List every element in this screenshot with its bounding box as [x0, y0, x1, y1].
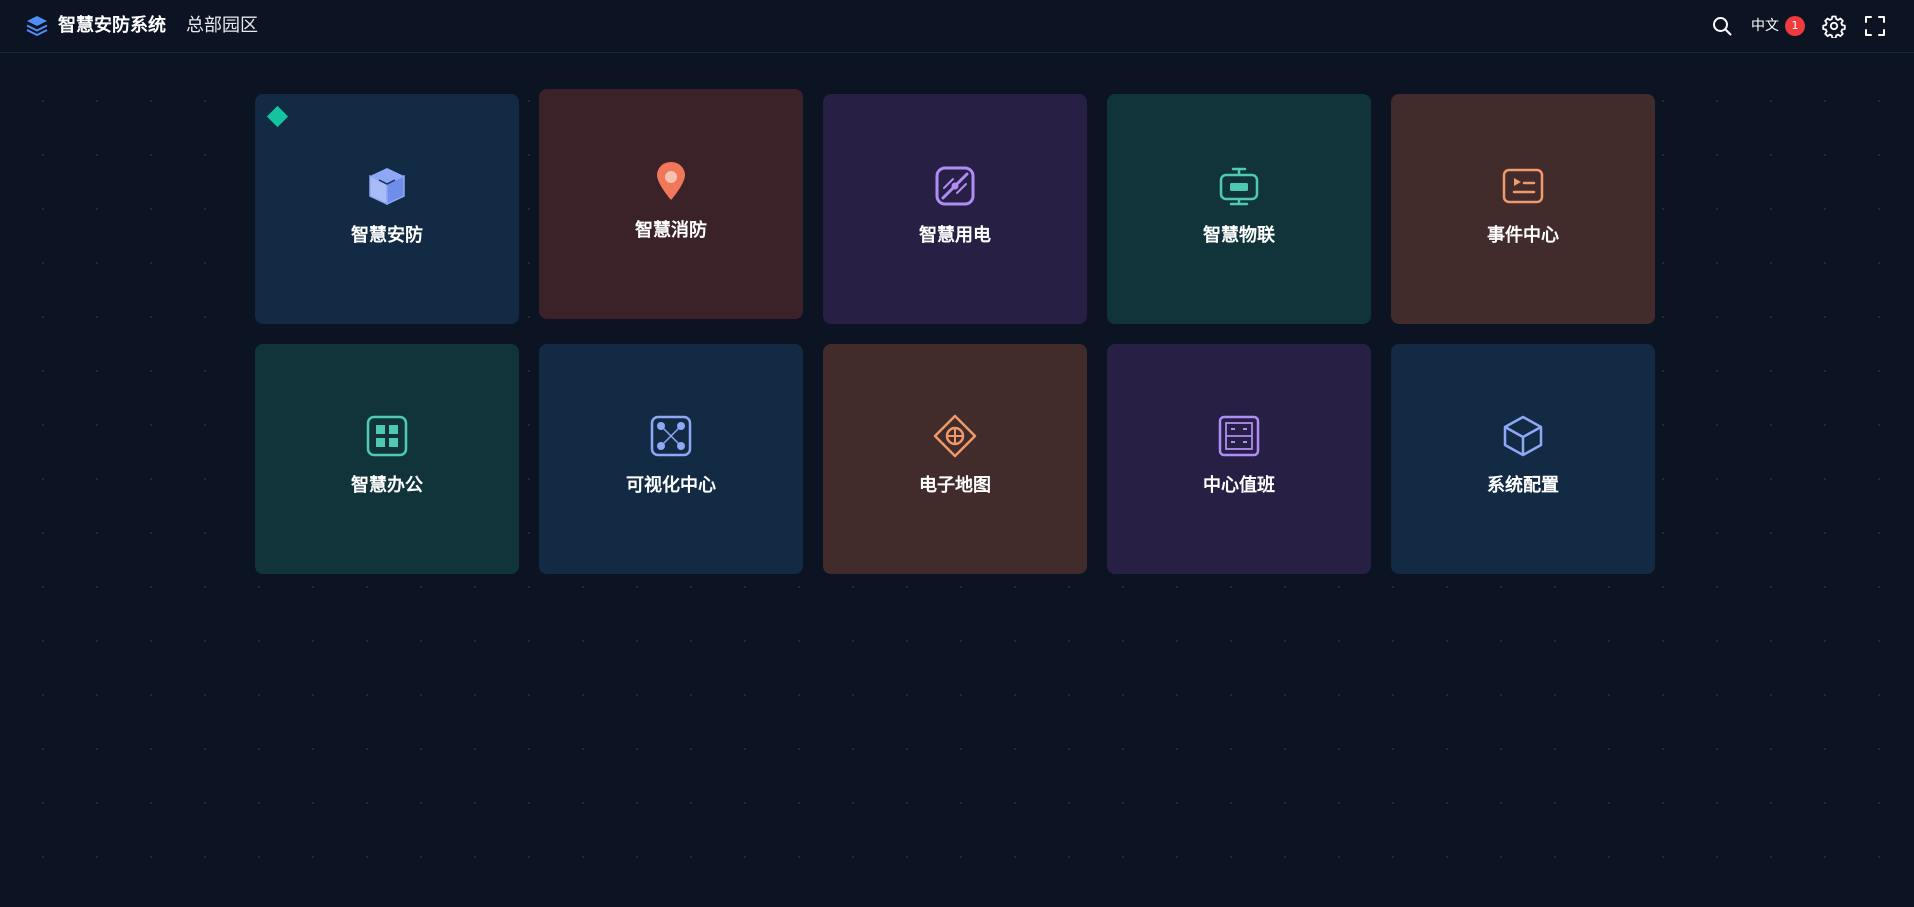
fire-pin-icon: [657, 162, 685, 200]
duty-panel-icon: [1218, 415, 1260, 457]
fullscreen-icon[interactable]: [1863, 14, 1887, 38]
visual-nodes-icon: [650, 415, 692, 457]
module-label: 可视化中心: [626, 475, 716, 496]
module-label: 中心值班: [1203, 475, 1275, 496]
iot-device-icon: [1219, 167, 1259, 206]
config-cube-icon: [1503, 415, 1543, 457]
module-tile-electronic-map[interactable]: 电子地图: [823, 344, 1087, 574]
layers-icon: [26, 16, 48, 36]
module-tile-smart-security[interactable]: 智慧安防: [255, 94, 519, 324]
top-bar: 智慧安防系统 总部园区 中文 1: [0, 0, 1914, 53]
power-line-icon: [935, 166, 975, 206]
module-label: 智慧安防: [351, 225, 423, 246]
search-icon[interactable]: [1710, 14, 1734, 38]
module-tile-smart-iot[interactable]: 智慧物联: [1107, 94, 1371, 324]
map-diamond-icon: [933, 414, 977, 458]
active-indicator: [266, 105, 289, 128]
notification-badge: 1: [1785, 16, 1805, 36]
module-tile-smart-power[interactable]: 智慧用电: [823, 94, 1087, 324]
module-tile-smart-office[interactable]: 智慧办公: [255, 344, 519, 574]
app-title: 智慧安防系统: [58, 15, 166, 36]
module-label: 电子地图: [919, 475, 991, 496]
module-label: 智慧办公: [351, 475, 423, 496]
module-tile-system-config[interactable]: 系统配置: [1391, 344, 1655, 574]
module-label: 智慧用电: [919, 225, 991, 246]
module-label: 智慧消防: [635, 220, 707, 241]
event-play-icon: [1502, 168, 1544, 204]
office-grid-icon: [366, 415, 408, 457]
site-name[interactable]: 总部园区: [186, 13, 258, 39]
module-label: 事件中心: [1487, 225, 1559, 246]
module-tile-event-center[interactable]: 事件中心: [1391, 94, 1655, 324]
cube-icon: [369, 168, 405, 206]
module-label: 系统配置: [1487, 475, 1559, 496]
module-tile-visualization-center[interactable]: 可视化中心: [539, 344, 803, 574]
module-tile-center-duty[interactable]: 中心值班: [1107, 344, 1371, 574]
module-tile-smart-fire[interactable]: 智慧消防: [539, 89, 803, 319]
language-switcher[interactable]: 中文 1: [1751, 15, 1805, 37]
module-label: 智慧物联: [1203, 225, 1275, 246]
gear-icon[interactable]: [1822, 14, 1846, 38]
language-label: 中文: [1751, 18, 1779, 34]
